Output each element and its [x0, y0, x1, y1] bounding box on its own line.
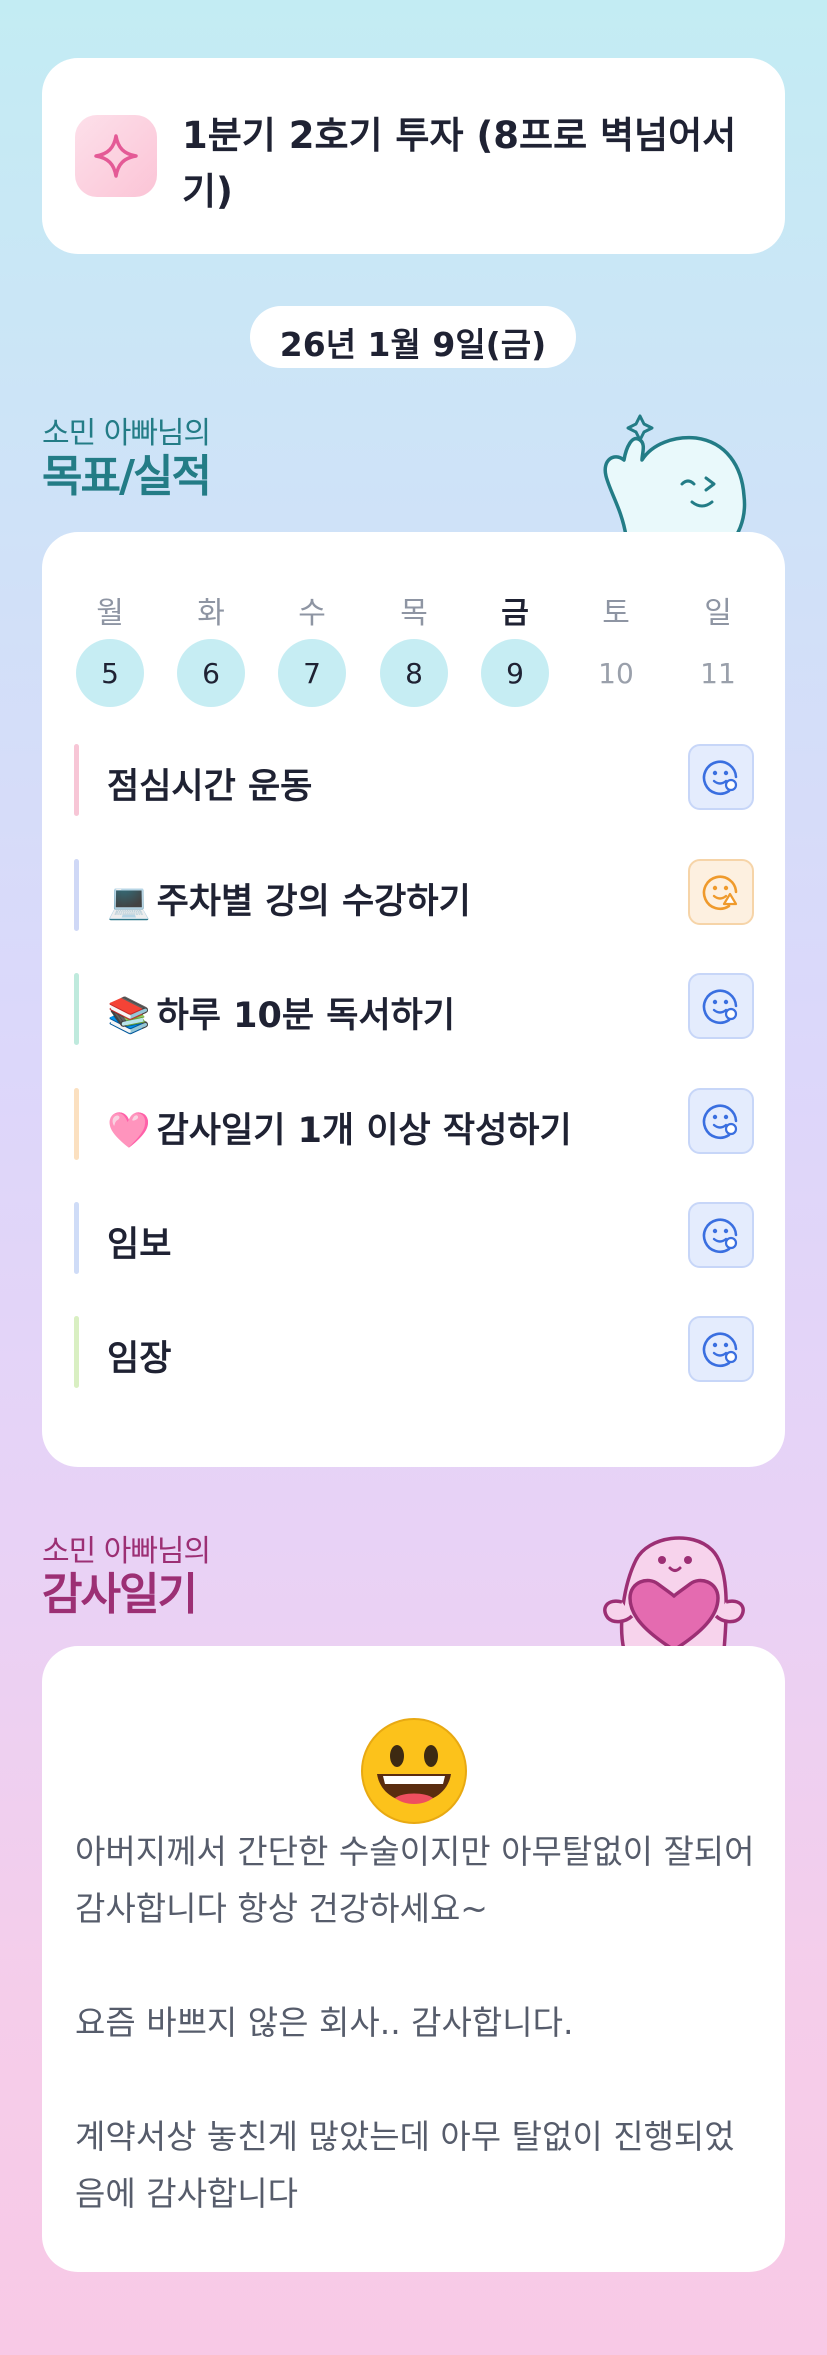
thanks-section-title: 감사일기 [42, 1569, 198, 1620]
goal-label: 💻 주차별 강의 수강하기 [107, 873, 471, 924]
day-number: 9 [481, 639, 549, 707]
goal-label: 임보 [107, 1216, 171, 1267]
day-number: 5 [76, 639, 144, 707]
weekday-label: 월 [96, 596, 124, 631]
goal-color-bar [74, 744, 79, 816]
goal-emoji-icon: 📚 [107, 996, 151, 1036]
goal-text: 감사일기 1개 이상 작성하기 [156, 1111, 572, 1151]
goal-row[interactable]: 점심시간 운동 [74, 744, 754, 816]
weekday-label: 일 [704, 596, 732, 631]
day-number: 11 [700, 656, 736, 690]
goal-color-bar [74, 1202, 79, 1274]
goal-text: 1분기 2호기 투자 (8프로 벽넘어서기) [182, 114, 737, 213]
goal-row[interactable]: 임보 [74, 1202, 754, 1274]
goal-label: 📚 하루 10분 독서하기 [107, 987, 455, 1038]
goal-text: 주차별 강의 수강하기 [156, 882, 471, 922]
sparkle-icon [75, 115, 157, 197]
weekday-label: 토 [602, 596, 630, 631]
goal-emoji-icon: 💻 [107, 882, 151, 922]
smile-check-icon[interactable] [688, 1202, 754, 1268]
weekday-label: 금 [501, 596, 529, 631]
waving-ghost-mascot [603, 414, 747, 536]
day-number: 8 [380, 639, 448, 707]
goal-text: 임보 [107, 1225, 172, 1265]
goal-row[interactable]: 💻 주차별 강의 수강하기 [74, 859, 754, 931]
goal-row[interactable]: 🩷 감사일기 1개 이상 작성하기 [74, 1088, 754, 1160]
date-pill[interactable]: 26년 1월 9일(금) [250, 306, 576, 368]
goal-color-bar [74, 973, 79, 1045]
gratitude-entry: 아버지께서 간단한 수술이지만 아무탈없이 잘되어 감사합니다 항상 건강하세요… [75, 1832, 755, 1928]
day-number: 7 [278, 639, 346, 707]
goal-text: 임장 [107, 1339, 172, 1379]
goal-emoji-icon: 🩷 [107, 1111, 151, 1151]
grinning-face-icon [42, 1716, 785, 1826]
goal-label: 🩷 감사일기 1개 이상 작성하기 [107, 1102, 572, 1153]
gratitude-entry: 요즘 바쁘지 않은 회사.. 감사합니다. [75, 2003, 574, 2042]
day-number: 6 [177, 639, 245, 707]
goals-card: 월 5 화 6 수 7 목 8 금 9 토 10 일 11 점심시간 운동 💻 주차별 강의 수강하기 📚 하루 … [42, 532, 785, 1467]
gratitude-card: 아버지께서 간단한 수술이지만 아무탈없이 잘되어 감사합니다 항상 건강하세요… [42, 1646, 785, 2272]
goal-color-bar [74, 1088, 79, 1160]
smile-check-icon[interactable] [688, 1316, 754, 1382]
goals-section-title: 목표/실적 [42, 451, 212, 502]
goal-color-bar [74, 859, 79, 931]
goal-row[interactable]: 📚 하루 10분 독서하기 [74, 973, 754, 1045]
goal-text: 점심시간 운동 [107, 767, 313, 807]
smile-warning-icon[interactable] [688, 859, 754, 925]
day-number: 10 [598, 656, 634, 690]
weekday-label: 화 [197, 596, 225, 631]
gratitude-entries: 아버지께서 간단한 수술이지만 아무탈없이 잘되어 감사합니다 항상 건강하세요… [75, 1823, 755, 2222]
smile-check-icon[interactable] [688, 744, 754, 810]
goal-row[interactable]: 임장 [74, 1316, 754, 1388]
goal-color-bar [74, 1316, 79, 1388]
gratitude-entry: 계약서상 놓친게 많았는데 아무 탈없이 진행되었음에 감사합니다 [75, 2117, 735, 2213]
week-calendar: 월 5 화 6 수 7 목 8 금 9 토 10 일 11 [42, 532, 785, 732]
goal-text: 하루 10분 독서하기 [156, 996, 456, 1036]
weekday-label: 목 [400, 596, 428, 631]
goal-label: 점심시간 운동 [107, 758, 312, 809]
heart-ghost-mascot [603, 1536, 745, 1650]
smile-check-icon[interactable] [688, 973, 754, 1039]
smile-check-icon[interactable] [688, 1088, 754, 1154]
goal-banner: 1분기 2호기 투자 (8프로 벽넘어서기) [42, 58, 785, 254]
weekday-label: 수 [298, 596, 326, 631]
goal-label: 임장 [107, 1330, 171, 1381]
